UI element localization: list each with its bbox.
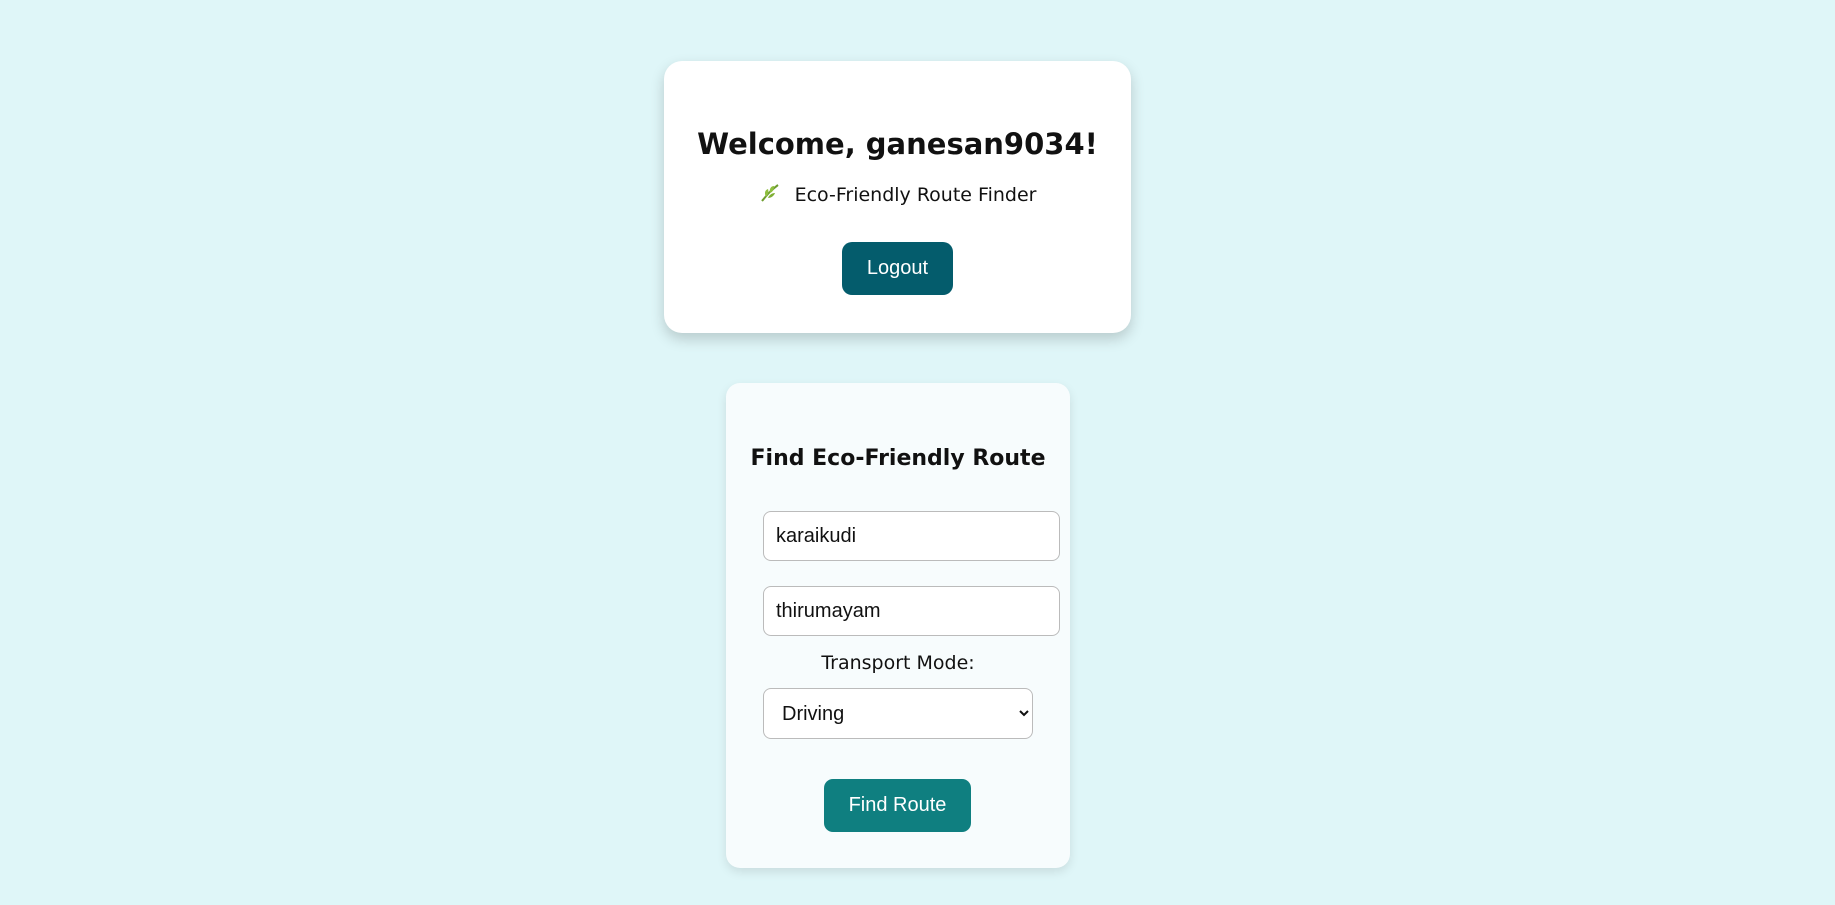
find-route-button[interactable]: Find Route [824, 779, 971, 832]
transport-mode-select[interactable]: Driving [763, 688, 1033, 739]
logout-button[interactable]: Logout [842, 242, 953, 295]
welcome-card: Welcome, ganesan9034! Eco-Friendly Route… [664, 61, 1131, 333]
transport-mode-label: Transport Mode: [821, 652, 975, 674]
leaf-icon [759, 183, 781, 203]
app-subtitle-text: Eco-Friendly Route Finder [794, 184, 1037, 206]
route-form-title: Find Eco-Friendly Route [750, 446, 1046, 471]
app-subtitle: Eco-Friendly Route Finder [664, 183, 1131, 207]
route-form-card: Find Eco-Friendly Route Transport Mode: … [726, 383, 1070, 868]
welcome-title: Welcome, ganesan9034! [697, 127, 1098, 161]
from-location-input[interactable] [763, 511, 1060, 561]
to-location-input[interactable] [763, 586, 1060, 636]
